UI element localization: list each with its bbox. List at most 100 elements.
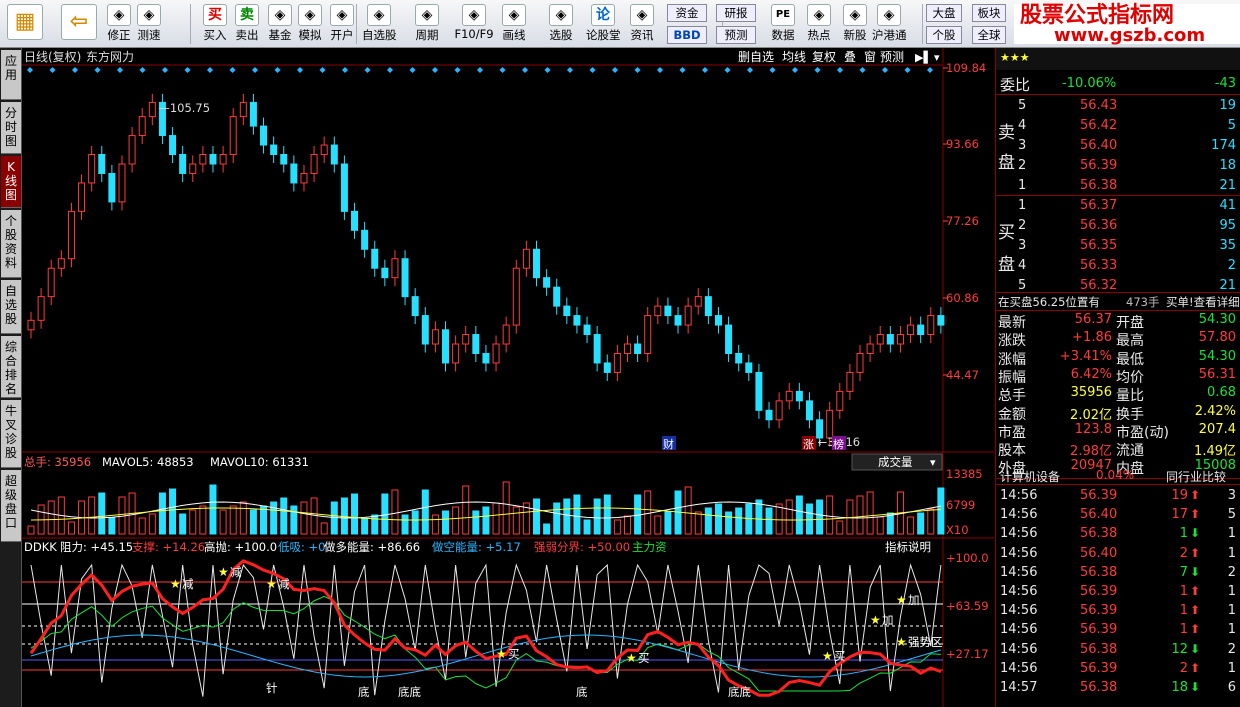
vol-bar-42: [452, 506, 460, 535]
toolbar-separator: [922, 4, 923, 44]
toolbar-btn-14[interactable]: PE 数据: [766, 2, 800, 46]
chart-btn-0[interactable]: 删自选: [738, 50, 774, 64]
toolbar-btn-label: 卖出: [235, 28, 259, 42]
toolbar-mini-3[interactable]: 预测: [716, 26, 756, 44]
toolbar-btn-9[interactable]: ◈ F10/F9: [450, 2, 498, 46]
toolbar-mini-2[interactable]: 研报: [716, 4, 756, 22]
candle-67: [704, 296, 712, 317]
toolbar-btn-2[interactable]: 买买入: [198, 2, 232, 46]
toolbar-btn-0[interactable]: ◈ 修正: [102, 2, 136, 46]
candle-14: [169, 135, 177, 156]
candle-47: [502, 324, 510, 345]
chart-title: 日线(复权): [24, 50, 81, 64]
side-tab-1[interactable]: 分时图: [1, 102, 21, 154]
toolbar-mini-6[interactable]: 板块: [972, 4, 1006, 22]
toolbar-btn-1[interactable]: ◈ 测速: [132, 2, 166, 46]
stat-value: 56.37: [1074, 312, 1112, 327]
buy-side-label-1: 盘: [998, 255, 1015, 275]
vol-bar-56: [593, 498, 601, 535]
side-tab-0[interactable]: 应用: [1, 50, 21, 100]
signal-label-3: 买: [508, 647, 520, 661]
kline-chart-area[interactable]: 日线(复权) 东方网力 删自选 均线 复权叠窗预测 ▶▌ ▾109.8493.6677.26…: [22, 48, 994, 707]
chart-btn-5[interactable]: 预测: [880, 50, 904, 64]
vol-bar-57: [603, 494, 611, 535]
toolbar-mini-5[interactable]: 个股: [926, 26, 962, 44]
vol-bar-76: [795, 495, 803, 535]
vol-total-label: 总手: 35956: [24, 455, 91, 469]
industry-compare-button[interactable]: 同行业比较: [1166, 468, 1226, 485]
toolbar-btn-11[interactable]: ◈ 选股: [544, 2, 578, 46]
tick-price: 56.38: [1080, 641, 1118, 657]
vol-bar-52: [553, 502, 561, 535]
stat-name: 市盈(动): [1116, 424, 1169, 441]
vol-bar-34: [371, 514, 379, 535]
side-tab-2[interactable]: K线图: [1, 156, 21, 208]
toolbar-btn-3[interactable]: 卖卖出: [230, 2, 264, 46]
sell-price: 56.40: [1080, 138, 1118, 153]
vol-bar-24: [270, 501, 278, 535]
side-tab-6[interactable]: 牛叉诊股: [1, 400, 21, 468]
side-tab-7[interactable]: 超级盘口: [1, 470, 21, 542]
news-icon: ◈: [630, 4, 654, 26]
chart-tag-0: 财: [663, 437, 674, 451]
signal-label-0: 减: [182, 577, 194, 591]
indicator-help-button[interactable]: 指标说明: [885, 540, 931, 554]
toolbar-btn-7[interactable]: ◈ 自选股: [362, 2, 397, 46]
side-tab-bar: 应用 分时图 K线图 个股资料 自选股 综合排名 牛叉诊股 超级盘口: [0, 48, 22, 707]
candle-42: [452, 343, 460, 364]
toolbar-btn-10[interactable]: ◈ 画线: [497, 2, 531, 46]
ind-item-5: 做空能量: +5.17: [432, 540, 521, 554]
signal-label-4: 买: [638, 651, 650, 665]
tick-time: 14:56: [1000, 488, 1038, 503]
side-tab-5[interactable]: 综合排名: [1, 336, 21, 398]
toolbar-btn-6[interactable]: ◈ 开户: [325, 2, 359, 46]
buy-price: 56.32: [1080, 278, 1118, 293]
big-order-link[interactable]: 买单!查看详细: [1166, 294, 1240, 310]
stat-value: 0.68: [1207, 385, 1236, 401]
toolbar-btn-16[interactable]: ◈ 新股: [838, 2, 872, 46]
toolbar-btn-4[interactable]: ◈ 基金: [263, 2, 297, 46]
candle-58: [613, 352, 621, 373]
toolbar-mini-0[interactable]: 资金: [667, 4, 707, 22]
vol-bar-15: [179, 513, 187, 535]
sell-volume: 174: [1211, 138, 1236, 153]
chart-btn-3[interactable]: 叠: [844, 50, 856, 64]
toolbar-mini-7[interactable]: 全球: [972, 26, 1006, 44]
toolbar-btn-17[interactable]: ◈ 沪港通: [872, 2, 907, 46]
vol-bar-84: [876, 516, 884, 535]
tick-price: 56.38: [1080, 526, 1118, 542]
signal-star-icon: ★: [870, 613, 881, 627]
candle-75: [785, 390, 793, 402]
tick-price: 56.39: [1080, 584, 1118, 599]
vol-bar-25: [280, 497, 288, 535]
side-tab-3[interactable]: 个股资料: [1, 210, 21, 278]
toolbar-btn-5[interactable]: ◈ 模拟: [293, 2, 327, 46]
stat-name: 市盈: [998, 424, 1026, 441]
candle-7: [98, 154, 106, 174]
toolbar-btn-label: 自选股: [362, 28, 397, 42]
chart-btn-4[interactable]: 窗: [864, 50, 876, 64]
toolbar-mini-4[interactable]: 大盘: [926, 4, 962, 22]
toolbar-btn-13[interactable]: ◈ 资讯: [625, 2, 659, 46]
toolbar-btn-label: 开户: [330, 28, 354, 42]
candle-3: [57, 258, 65, 269]
chart-btn-2[interactable]: 复权: [812, 50, 836, 64]
back-arrow-icon[interactable]: ⇦: [58, 2, 100, 46]
vol-bar-82: [856, 495, 864, 535]
chart-btn-1[interactable]: 均线: [782, 50, 806, 64]
buy-level: 4: [1018, 258, 1027, 273]
toolbar-mini-1[interactable]: BBD: [667, 26, 707, 44]
vol-bar-2: [47, 500, 55, 535]
toolbar-btn-12[interactable]: 论论股堂: [586, 2, 621, 46]
toolbar-btn-8[interactable]: ◈ 周期: [410, 2, 444, 46]
toolbar-btn-15[interactable]: ◈ 热点: [802, 2, 836, 46]
candle-62: [654, 305, 662, 317]
vol-select-label[interactable]: 成交量: [878, 455, 913, 469]
vol-bar-83: [866, 491, 874, 535]
big-order-note: 在买盘56.25位置有: [998, 295, 1100, 309]
price-axis-label: 77.26: [946, 214, 979, 228]
app-grid-icon[interactable]: ▦: [4, 2, 46, 46]
stat-name: 股本: [998, 443, 1026, 460]
candle-63: [664, 305, 672, 317]
side-tab-4[interactable]: 自选股: [1, 280, 21, 334]
